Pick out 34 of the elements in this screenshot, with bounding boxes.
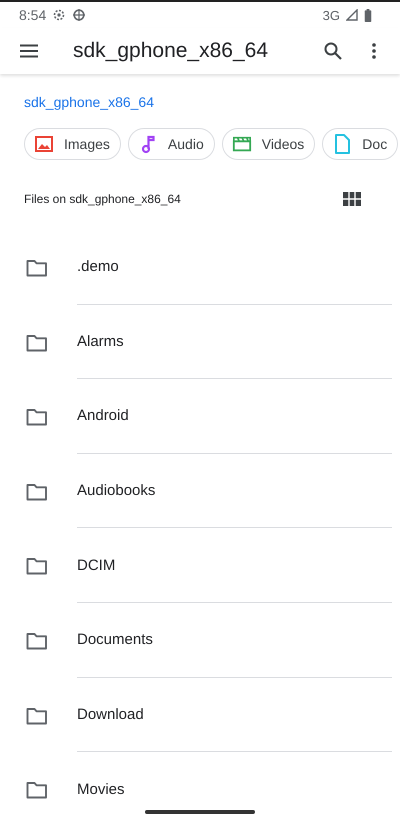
battery-icon xyxy=(364,8,372,22)
more-options-icon[interactable] xyxy=(372,43,376,59)
folder-name[interactable]: Audiobooks xyxy=(77,482,156,500)
search-icon[interactable] xyxy=(324,42,342,60)
folder-icon xyxy=(26,781,48,800)
document-icon xyxy=(332,134,352,154)
clapperboard-icon xyxy=(232,134,252,154)
breadcrumb-link[interactable]: sdk_gphone_x86_64 xyxy=(24,94,154,110)
network-type: 3G xyxy=(322,8,340,22)
folder-name[interactable]: Movies xyxy=(77,780,125,798)
section-heading: Files on sdk_gphone_x86_64 xyxy=(24,192,181,206)
filter-chip[interactable]: Doc xyxy=(322,128,398,160)
folder-name[interactable]: DCIM xyxy=(77,556,116,574)
filter-chip[interactable]: Videos xyxy=(222,128,316,160)
filter-chip[interactable]: Images xyxy=(24,128,121,160)
image-icon xyxy=(34,134,54,154)
app-title: sdk_gphone_x86_64 xyxy=(73,39,270,63)
folder-icon xyxy=(26,482,48,501)
folder-icon xyxy=(26,408,48,426)
folder-icon xyxy=(26,632,48,650)
folder-name[interactable]: Download xyxy=(77,706,144,723)
folder-icon xyxy=(26,259,48,277)
signal-icon xyxy=(346,9,358,21)
folder-name[interactable]: Documents xyxy=(77,631,153,648)
folder-name[interactable]: Alarms xyxy=(77,332,124,350)
clock-time: 8:54 xyxy=(19,7,46,23)
folder-name[interactable]: .demo xyxy=(77,258,119,276)
menu-icon[interactable] xyxy=(19,44,39,58)
folder-icon xyxy=(26,334,48,352)
folder-name[interactable]: Android xyxy=(77,407,129,424)
grid-view-icon[interactable] xyxy=(343,192,361,206)
folder-icon xyxy=(26,557,48,576)
filter-chip[interactable]: Audio xyxy=(128,128,215,160)
folder-icon xyxy=(26,706,48,725)
